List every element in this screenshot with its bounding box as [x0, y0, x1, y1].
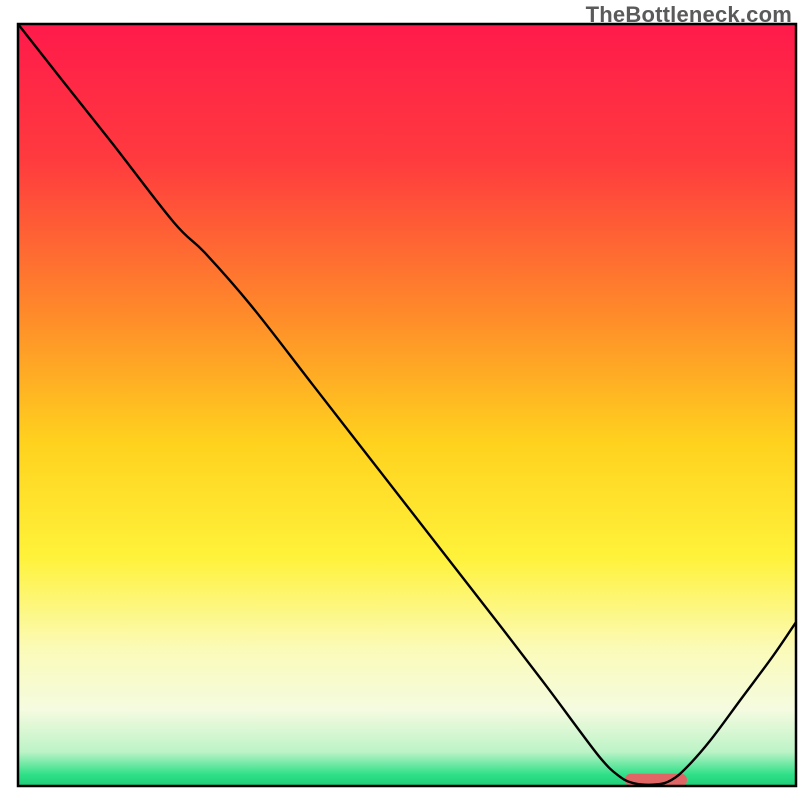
gradient-background: [18, 24, 796, 786]
watermark-text: TheBottleneck.com: [586, 2, 792, 28]
chart-svg: [0, 0, 800, 800]
bottleneck-chart: TheBottleneck.com: [0, 0, 800, 800]
